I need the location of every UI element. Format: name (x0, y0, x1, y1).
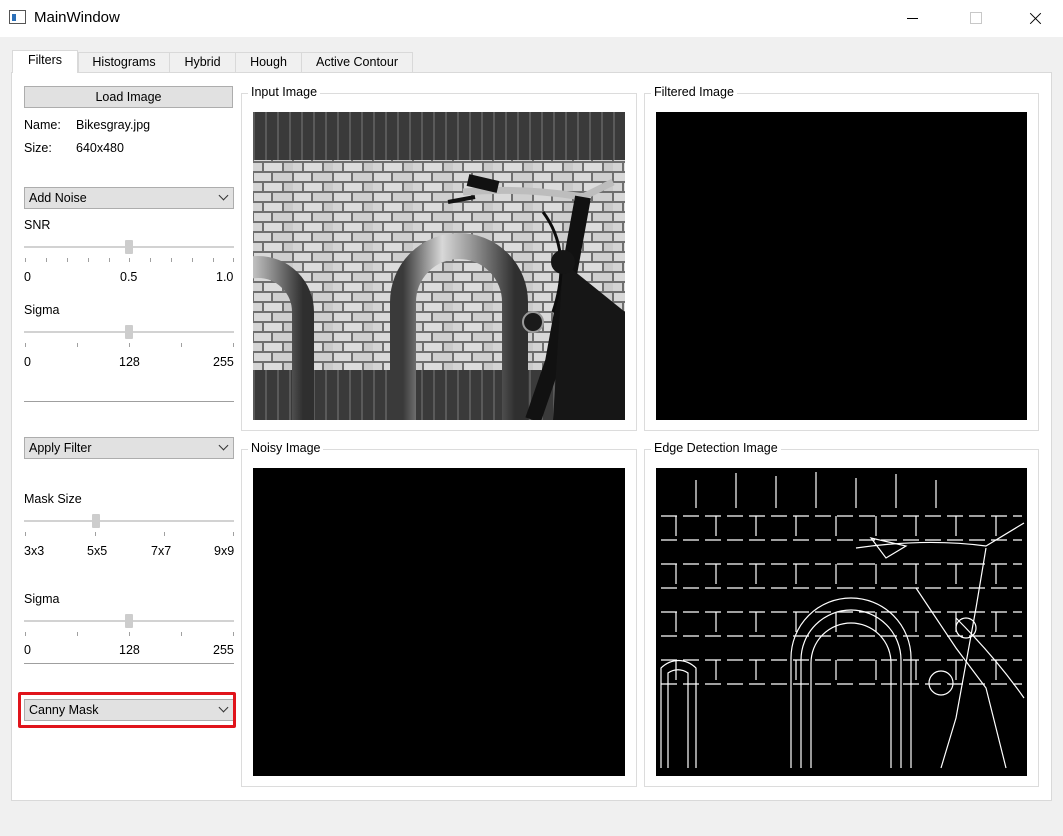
snr-max: 1.0 (216, 270, 234, 284)
chevron-down-icon (218, 190, 229, 201)
slider-tick (25, 632, 26, 636)
input-image (253, 112, 625, 420)
slider-tick (233, 632, 234, 636)
snr-label: SNR (24, 218, 51, 232)
slider-handle[interactable] (125, 614, 133, 628)
size-label: Size: (24, 141, 52, 155)
slider-tick (67, 258, 68, 262)
sigma-filter-max: 255 (213, 643, 234, 657)
slider-tick (213, 258, 214, 262)
load-image-button[interactable]: Load Image (24, 86, 233, 108)
mask-tick-7x7: 7x7 (151, 544, 172, 558)
title-bar: MainWindow (0, 0, 1063, 37)
tab-filters[interactable]: Filters (12, 50, 78, 73)
slider-tick (181, 343, 182, 347)
slider-tick (181, 632, 182, 636)
slider-tick (77, 632, 78, 636)
tab-histograms[interactable]: Histograms (78, 52, 170, 72)
app-icon (9, 10, 26, 24)
slider-tick (233, 532, 234, 536)
slider-tick (77, 343, 78, 347)
slider-tick (25, 258, 26, 262)
resize-grip-icon[interactable] (1051, 824, 1061, 834)
slider-tick (192, 258, 193, 262)
slider-groove (24, 520, 234, 522)
name-label: Name: (24, 118, 61, 132)
name-value: Bikesgray.jpg (76, 118, 151, 132)
sigma-noise-max: 255 (213, 355, 234, 369)
sigma-filter-label: Sigma (24, 592, 60, 606)
apply-filter-combo-text: Apply Filter (29, 441, 92, 455)
snr-mid: 0.5 (120, 270, 138, 284)
filtered-image (656, 112, 1027, 420)
slider-tick (95, 532, 96, 536)
window-title: MainWindow (34, 9, 120, 26)
slider-tick (88, 258, 89, 262)
bike-photo (253, 112, 625, 420)
slider-tick (25, 532, 26, 536)
slider-tick (109, 258, 110, 262)
snr-slider[interactable] (24, 240, 234, 262)
mask-tick-9x9: 9x9 (214, 544, 235, 558)
close-button[interactable] (1012, 0, 1058, 37)
input-image-title: Input Image (248, 85, 321, 99)
slider-tick (171, 258, 172, 262)
tab-hybrid[interactable]: Hybrid (169, 52, 236, 72)
mask-tick-3x3: 3x3 (24, 544, 45, 558)
slider-tick (129, 632, 130, 636)
slider-tick (46, 258, 47, 262)
tab-active-contour[interactable]: Active Contour (301, 52, 413, 72)
maximize-button[interactable] (953, 0, 999, 37)
divider (24, 663, 234, 664)
slider-handle[interactable] (125, 325, 133, 339)
highlight-box (18, 692, 236, 728)
edge-detection-image (656, 468, 1027, 776)
sigma-noise-mid: 128 (119, 355, 140, 369)
noisy-image-title: Noisy Image (248, 441, 324, 455)
filtered-image-title: Filtered Image (651, 85, 737, 99)
slider-tick (233, 343, 234, 347)
slider-handle[interactable] (92, 514, 100, 528)
divider (24, 401, 234, 402)
add-noise-combo-text: Add Noise (29, 191, 87, 205)
mask-tick-5x5: 5x5 (87, 544, 108, 558)
sigma-noise-slider[interactable] (24, 325, 234, 347)
apply-filter-combo[interactable]: Apply Filter (24, 437, 234, 459)
size-value: 640x480 (76, 141, 124, 155)
slider-handle[interactable] (125, 240, 133, 254)
minimize-button[interactable] (889, 0, 935, 37)
tab-hough[interactable]: Hough (235, 52, 302, 72)
slider-tick (25, 343, 26, 347)
sigma-filter-slider[interactable] (24, 614, 234, 636)
snr-min: 0 (24, 270, 31, 284)
slider-tick (129, 258, 130, 262)
slider-tick (150, 258, 151, 262)
sigma-filter-mid: 128 (119, 643, 140, 657)
add-noise-combo[interactable]: Add Noise (24, 187, 234, 209)
slider-tick (129, 343, 130, 347)
sigma-noise-min: 0 (24, 355, 31, 369)
sigma-noise-label: Sigma (24, 303, 60, 317)
edge-image-title: Edge Detection Image (651, 441, 781, 455)
slider-tick (233, 258, 234, 262)
noisy-image (253, 468, 625, 776)
mask-size-label: Mask Size (24, 492, 82, 506)
edge-map (660, 472, 1025, 769)
mask-size-slider[interactable] (24, 514, 234, 536)
slider-tick (164, 532, 165, 536)
chevron-down-icon (218, 440, 229, 451)
sigma-filter-min: 0 (24, 643, 31, 657)
